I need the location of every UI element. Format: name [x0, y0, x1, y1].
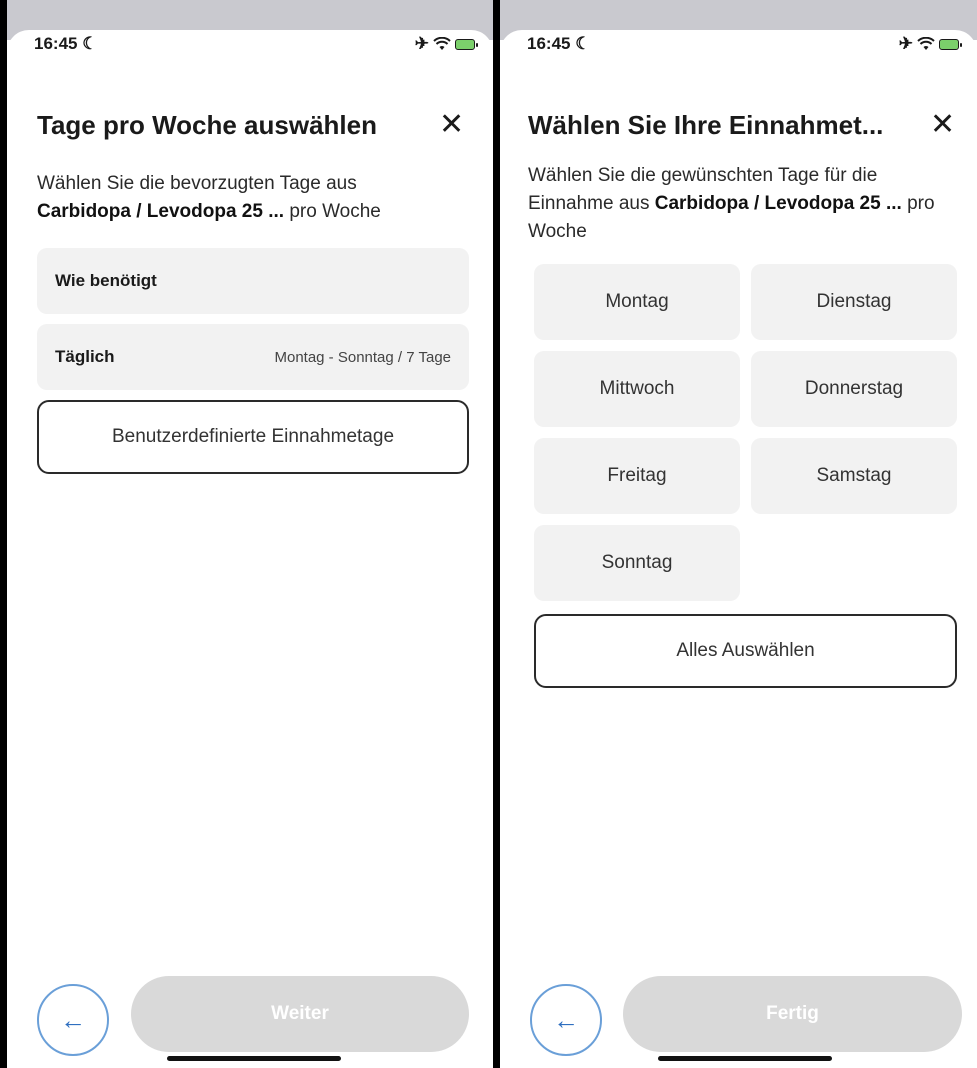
- back-button[interactable]: ←: [530, 984, 602, 1056]
- option-label: Täglich: [55, 347, 115, 366]
- arrow-left-icon: ←: [60, 1004, 86, 1035]
- day-saturday[interactable]: Samstag: [751, 438, 957, 514]
- page-title: Wählen Sie Ihre Einnahmet...: [528, 110, 884, 140]
- medication-name: Carbidopa / Levodopa 25 ...: [37, 201, 285, 222]
- moon-icon: ☾: [82, 34, 98, 53]
- arrow-left-icon: ←: [553, 1004, 579, 1035]
- desc-prefix: Wählen Sie die bevorzugten Tage aus: [37, 173, 357, 194]
- day-wednesday[interactable]: Mittwoch: [534, 351, 740, 427]
- status-time: 16:45 ☾: [34, 34, 97, 54]
- option-as-needed[interactable]: Wie benötigt: [37, 248, 469, 314]
- select-all-button[interactable]: Alles Auswählen: [534, 614, 957, 688]
- moon-icon: ☾: [575, 34, 591, 53]
- wifi-icon: [433, 37, 451, 50]
- screen-select-days: 16:45 ☾ ✈ Wählen Sie Ihre Einnahmet... ✕…: [500, 0, 977, 1068]
- option-daily[interactable]: Täglich Montag - Sonntag / 7 Tage: [37, 324, 469, 390]
- page-title: Tage pro Woche auswählen: [37, 110, 377, 140]
- day-monday[interactable]: Montag: [534, 264, 740, 340]
- airplane-icon: ✈: [898, 34, 913, 53]
- time-text: 16:45: [34, 34, 78, 53]
- time-text: 16:45: [527, 34, 571, 53]
- close-icon[interactable]: ✕: [439, 108, 464, 142]
- custom-days-button[interactable]: Benutzerdefinierte Einnahmetage: [37, 400, 469, 474]
- done-button[interactable]: Fertig: [623, 976, 962, 1052]
- status-icons: ✈: [898, 34, 962, 54]
- status-time: 16:45 ☾: [527, 34, 590, 54]
- next-button[interactable]: Weiter: [131, 976, 469, 1052]
- back-button[interactable]: ←: [37, 984, 109, 1056]
- medication-name: Carbidopa / Levodopa 25 ...: [654, 193, 902, 214]
- wifi-icon: [917, 37, 935, 50]
- desc-suffix: pro Woche: [284, 201, 381, 222]
- home-indicator: [658, 1056, 832, 1061]
- close-icon[interactable]: ✕: [930, 108, 955, 142]
- screen-days-per-week: 16:45 ☾ ✈ Tage pro Woche auswählen ✕ Wäh…: [7, 0, 493, 1068]
- status-icons: ✈: [414, 34, 478, 54]
- option-label: Wie benötigt: [55, 271, 157, 290]
- battery-icon: [939, 38, 962, 50]
- description: Wählen Sie die bevorzugten Tage aus Carb…: [37, 170, 477, 226]
- option-subtitle: Montag - Sonntag / 7 Tage: [274, 348, 451, 366]
- battery-icon: [455, 38, 478, 50]
- day-thursday[interactable]: Donnerstag: [751, 351, 957, 427]
- description: Wählen Sie die gewünschten Tage für die …: [528, 162, 964, 246]
- day-sunday[interactable]: Sonntag: [534, 525, 740, 601]
- day-friday[interactable]: Freitag: [534, 438, 740, 514]
- home-indicator: [167, 1056, 341, 1061]
- airplane-icon: ✈: [414, 34, 429, 53]
- day-tuesday[interactable]: Dienstag: [751, 264, 957, 340]
